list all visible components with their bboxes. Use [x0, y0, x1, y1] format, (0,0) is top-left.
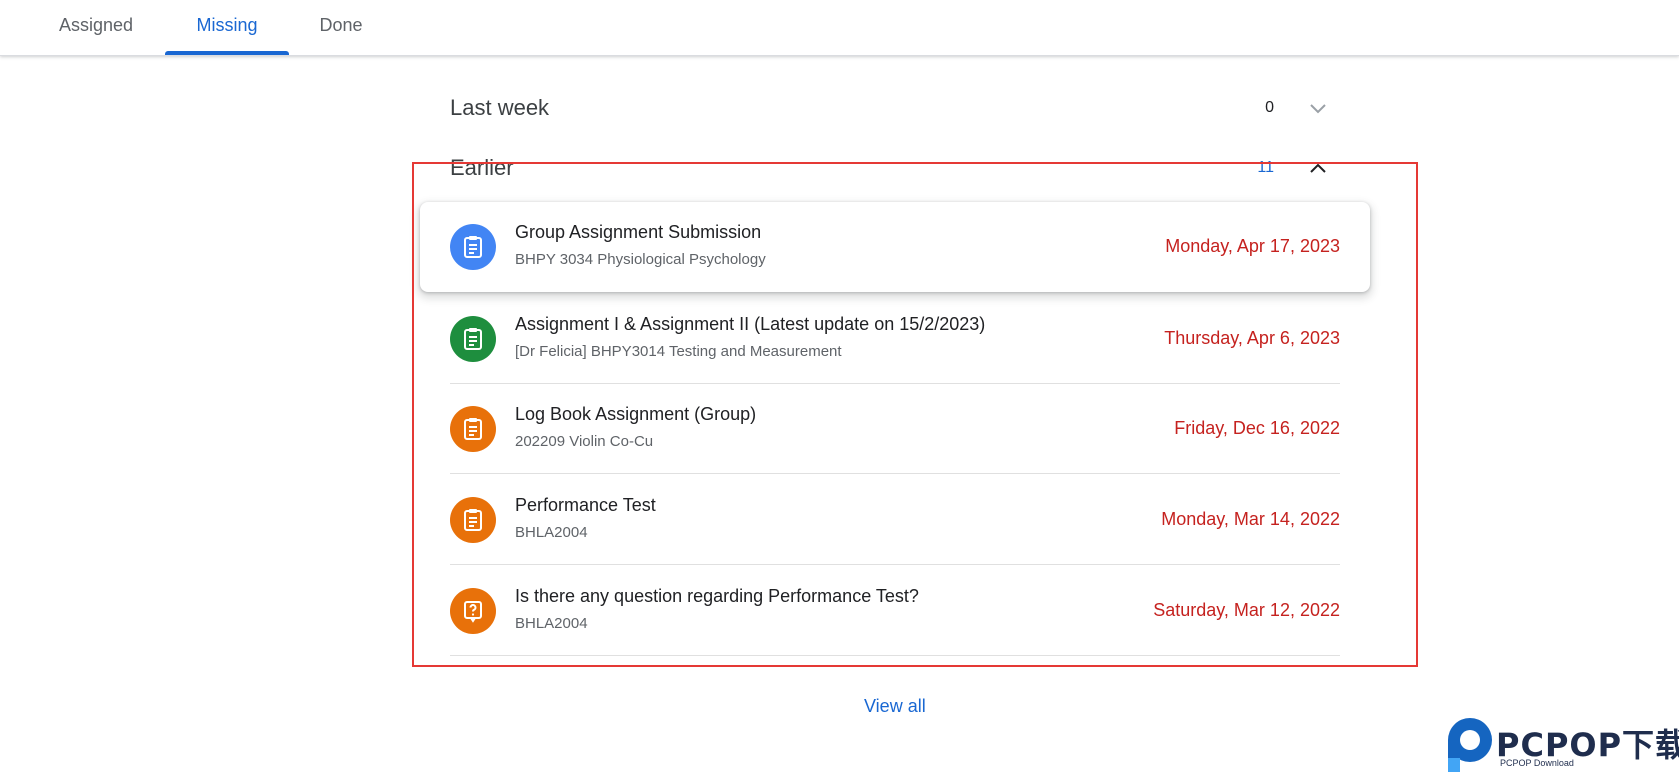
tab-missing-label: Missing — [196, 15, 258, 35]
active-tab-indicator — [165, 51, 289, 55]
tab-done-label: Done — [319, 15, 363, 35]
tab-assigned[interactable]: Assigned — [44, 0, 148, 55]
tab-missing[interactable]: Missing — [165, 0, 289, 55]
chevron-down-icon[interactable] — [1308, 98, 1328, 118]
tab-done[interactable]: Done — [305, 0, 377, 55]
pcpop-logo-icon — [1448, 718, 1492, 772]
watermark-subtitle: PCPOP Download — [1500, 758, 1574, 768]
watermark-logo: PCPOP下载 PCPOP Download — [1440, 714, 1679, 778]
section-title: Last week — [450, 95, 550, 120]
tab-assigned-label: Assigned — [58, 15, 134, 35]
section-last-week[interactable]: Last week 0 — [450, 88, 1340, 128]
section-count: 0 — [1265, 99, 1274, 116]
view-all-link[interactable]: View all — [864, 696, 926, 717]
tab-bar: Assigned Missing Done — [0, 0, 1679, 56]
highlight-box — [412, 162, 1418, 667]
